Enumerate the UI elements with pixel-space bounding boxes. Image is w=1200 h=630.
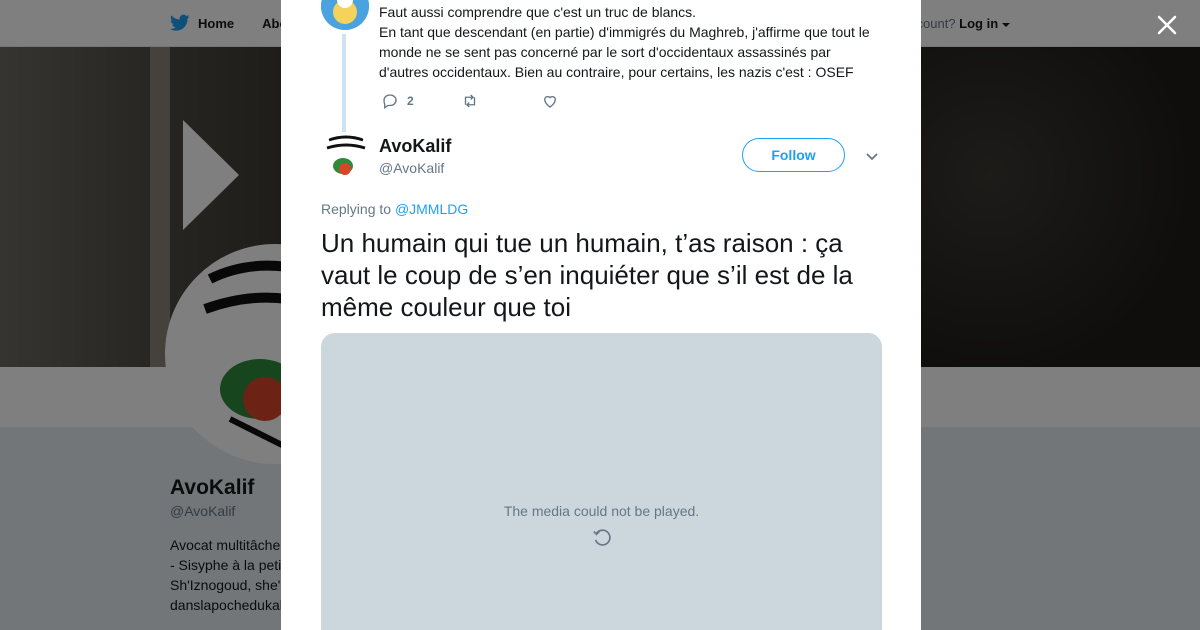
like-button[interactable] xyxy=(541,92,621,110)
previous-tweet-body: En tant que descendant (en partie) d'imm… xyxy=(379,24,870,80)
reply-icon xyxy=(383,94,397,110)
follow-button[interactable]: Follow xyxy=(742,138,845,172)
media-error-message: The media could not be played. xyxy=(503,503,700,519)
like-icon xyxy=(544,95,556,108)
previous-tweet-line: Faut aussi comprendre que c'est un truc … xyxy=(379,4,697,20)
replying-to-user-link[interactable]: @JMMLDG xyxy=(395,201,468,217)
retweet-button[interactable] xyxy=(461,92,541,110)
tweet-author-avatar[interactable] xyxy=(321,132,371,182)
chevron-down-icon[interactable] xyxy=(865,150,879,164)
tweet-actions: 2 xyxy=(381,92,621,110)
replying-to-prefix: Replying to xyxy=(321,201,392,217)
retry-icon[interactable] xyxy=(591,527,613,549)
tweet-modal: Faut aussi comprendre que c'est un truc … xyxy=(281,0,921,630)
previous-tweet-text: Faut aussi comprendre que c'est un truc … xyxy=(379,2,879,82)
thread-connector xyxy=(342,34,346,132)
avatar-illustration xyxy=(321,0,369,30)
reply-button[interactable]: 2 xyxy=(381,92,461,110)
retweet-icon xyxy=(464,94,476,108)
previous-tweet-avatar[interactable] xyxy=(321,0,369,30)
replying-to: Replying to @JMMLDG xyxy=(321,201,468,217)
tweet-text: Un humain qui tue un humain, t’as raison… xyxy=(321,228,853,322)
tweet-media[interactable]: The media could not be played. xyxy=(321,333,882,630)
reply-count: 2 xyxy=(407,94,414,108)
close-icon[interactable] xyxy=(1154,12,1180,38)
tweet-author-name[interactable]: AvoKalif xyxy=(379,136,451,157)
tweet-author-handle[interactable]: @AvoKalif xyxy=(379,160,444,176)
avatar-illustration xyxy=(321,132,371,182)
